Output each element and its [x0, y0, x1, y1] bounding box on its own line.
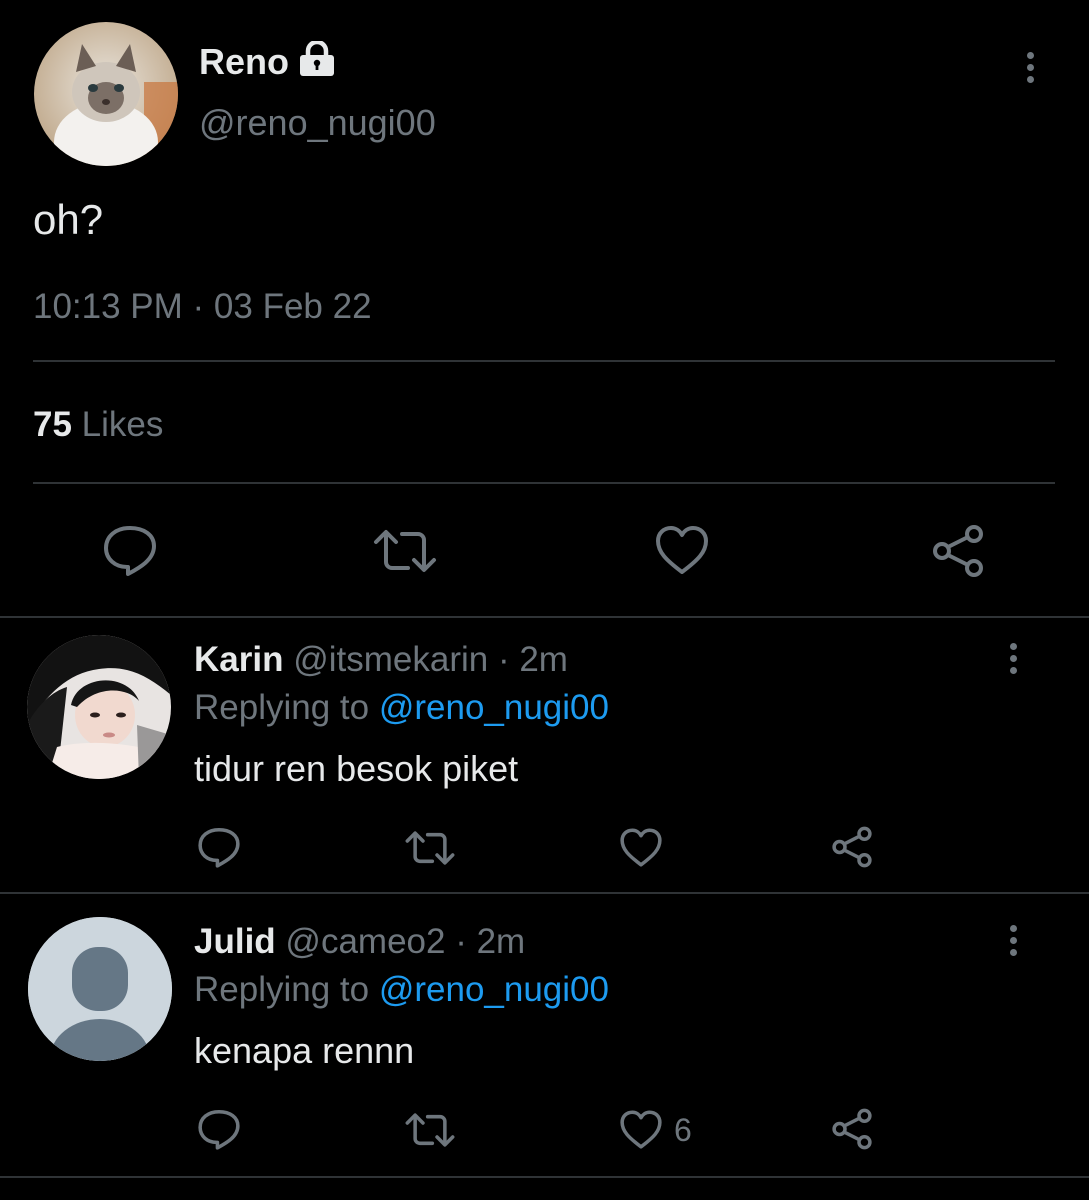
likes-label: Likes: [81, 405, 164, 444]
avatar-reno[interactable]: [34, 22, 178, 166]
likes-stat[interactable]: 75 Likes: [33, 405, 163, 445]
divider: [0, 892, 1089, 894]
divider: [33, 360, 1055, 362]
avatar-julid[interactable]: [28, 917, 172, 1061]
share-icon[interactable]: [830, 1108, 874, 1150]
tweet-time: 10:13 PM: [33, 287, 183, 326]
replying-to: Replying to @reno_nugi00: [194, 688, 609, 728]
reply-icon[interactable]: [197, 826, 241, 868]
reply-author-name[interactable]: Julid: [194, 922, 276, 961]
divider: [0, 1176, 1089, 1178]
reply-header: Julid @cameo2 · 2m: [194, 922, 525, 962]
reply-author-handle[interactable]: @cameo2: [285, 922, 445, 961]
retweet-icon[interactable]: [404, 1112, 456, 1148]
timestamp-separator: ·: [182, 287, 214, 326]
replying-to-link[interactable]: @reno_nugi00: [379, 970, 609, 1009]
replying-label: Replying to: [194, 970, 379, 1009]
retweet-icon[interactable]: [372, 528, 438, 574]
more-icon[interactable]: [1003, 925, 1023, 961]
author-handle[interactable]: @reno_nugi00: [199, 102, 436, 144]
author-name[interactable]: Reno: [199, 42, 289, 82]
tweet-date: 03 Feb 22: [213, 287, 372, 326]
reply-age: · 2m: [488, 640, 568, 679]
reply-text: kenapa rennn: [194, 1030, 415, 1071]
reply-text: tidur ren besok piket: [194, 748, 519, 789]
like-icon[interactable]: [654, 524, 710, 576]
tweet-text: oh?: [33, 196, 104, 243]
tweet-timestamp: 10:13 PM · 03 Feb 22: [33, 287, 372, 327]
avatar-karin[interactable]: [27, 635, 171, 779]
reply-header: Karin @itsmekarin · 2m: [194, 640, 568, 680]
replying-to: Replying to @reno_nugi00: [194, 970, 609, 1010]
divider: [0, 616, 1089, 618]
reply-author-handle[interactable]: @itsmekarin: [293, 640, 488, 679]
likes-count: 75: [33, 405, 72, 444]
lock-icon: [297, 41, 337, 77]
reply-age: · 2m: [445, 922, 526, 961]
like-icon[interactable]: [619, 1109, 663, 1150]
reply-icon[interactable]: [102, 524, 158, 576]
more-icon[interactable]: [1020, 52, 1040, 88]
like-icon[interactable]: [619, 827, 663, 868]
retweet-icon[interactable]: [404, 830, 456, 866]
replying-label: Replying to: [194, 688, 379, 727]
share-icon[interactable]: [830, 826, 874, 868]
like-count: 6: [674, 1112, 692, 1148]
replying-to-link[interactable]: @reno_nugi00: [379, 688, 609, 727]
reply-author-name[interactable]: Karin: [194, 640, 283, 679]
reply-icon[interactable]: [197, 1108, 241, 1150]
share-icon[interactable]: [930, 524, 986, 578]
divider: [33, 482, 1055, 484]
more-icon[interactable]: [1003, 643, 1023, 679]
